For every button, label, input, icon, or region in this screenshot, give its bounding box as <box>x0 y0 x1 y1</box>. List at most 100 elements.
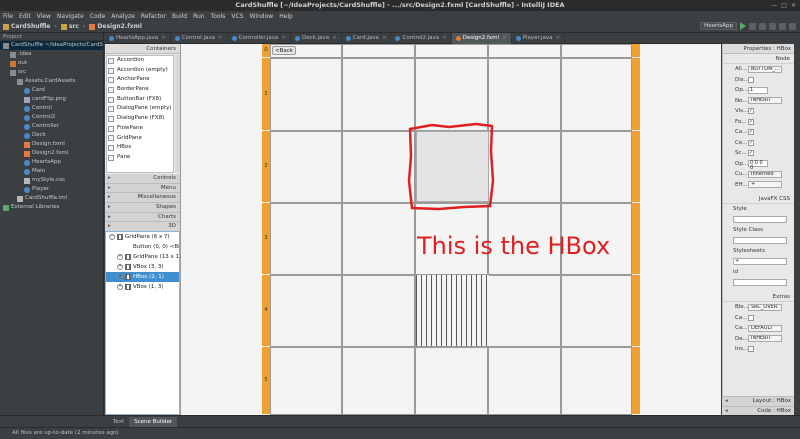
styleclass-field[interactable] <box>733 237 787 245</box>
project-tree-item[interactable]: Player <box>0 185 103 194</box>
grid-cell[interactable] <box>270 203 342 275</box>
library-item[interactable]: FlowPane <box>107 124 173 134</box>
stop-icon[interactable] <box>769 22 776 30</box>
grid-cell[interactable] <box>270 347 342 415</box>
property-field[interactable]: 1 <box>748 86 768 94</box>
tab-controller-java[interactable]: Controller.java × <box>228 33 292 44</box>
grid-cell[interactable] <box>270 131 342 203</box>
expand-toggle-icon[interactable]: + <box>117 264 123 270</box>
library-item[interactable]: BorderPane <box>107 85 173 95</box>
search-icon[interactable] <box>789 22 796 30</box>
property-checkbox[interactable] <box>748 314 754 321</box>
id-field[interactable] <box>733 279 787 287</box>
tab-design2-fxml[interactable]: Design2.fxml × <box>451 33 512 44</box>
hierarchy-item[interactable]: + HBox (2, 1) <box>106 272 179 282</box>
tab-heartsapp-java[interactable]: HeartsApp.java × <box>105 33 171 44</box>
library-section-controls[interactable]: Controls <box>105 174 180 184</box>
property-checkbox[interactable]: ✓ <box>748 118 754 125</box>
menu-refactor[interactable]: Refactor <box>141 13 166 20</box>
property-dropdown[interactable]: SRC_OVER <box>748 303 782 311</box>
expand-toggle-icon[interactable]: + <box>117 254 123 260</box>
project-tree-item[interactable]: cardFlip.png <box>0 95 103 104</box>
close-icon[interactable]: × <box>161 33 166 44</box>
breadcrumb-file[interactable]: Design2.fxml <box>89 23 142 30</box>
tab-text[interactable]: Text <box>108 417 129 427</box>
minimize-icon[interactable]: — <box>771 2 777 9</box>
library-section-menu[interactable]: Menu <box>105 183 180 194</box>
menu-analyze[interactable]: Analyze <box>111 13 135 20</box>
sdk-icon[interactable] <box>779 22 786 30</box>
property-dropdown[interactable]: Inherited <box>748 170 782 178</box>
debug-icon[interactable] <box>749 22 756 30</box>
grid-cell[interactable] <box>270 58 342 131</box>
gridpane-preview[interactable]: 0 1 2 3 4 5 <box>262 44 640 415</box>
grid-cell[interactable] <box>342 203 415 275</box>
close-icon[interactable]: × <box>281 33 286 44</box>
grid-cell[interactable] <box>342 275 415 347</box>
grid-cell[interactable] <box>561 347 632 415</box>
run-icon[interactable] <box>740 22 746 30</box>
expand-toggle-icon[interactable]: + <box>117 274 123 280</box>
property-dropdown[interactable]: BOTTOM_... <box>748 65 782 73</box>
property-field[interactable]: 0 0 0 0 <box>748 160 768 171</box>
hierarchy-item[interactable]: + VBox (3, 3) <box>106 262 179 272</box>
project-tree-item[interactable]: out <box>0 59 103 68</box>
project-tree-item[interactable]: Control2 <box>0 113 103 122</box>
library-item[interactable]: Accordion (empty) <box>107 66 173 76</box>
code-section[interactable]: Code : HBox <box>722 405 794 415</box>
hierarchy-item[interactable]: + GridPane (13 x 1 <box>106 252 179 262</box>
grid-cell[interactable] <box>342 347 415 415</box>
project-header[interactable]: Project <box>0 33 103 41</box>
properties-header[interactable]: Properties : HBox <box>723 44 794 54</box>
menu-file[interactable]: File <box>3 13 13 20</box>
style-field[interactable] <box>733 216 787 224</box>
vbox-node[interactable] <box>416 275 489 346</box>
grid-cell[interactable] <box>415 347 488 415</box>
close-icon[interactable]: × <box>382 33 387 44</box>
close-icon[interactable]: × <box>218 33 223 44</box>
close-icon[interactable]: ✕ <box>791 2 796 9</box>
property-checkbox[interactable]: ✓ <box>748 139 754 146</box>
menu-tools[interactable]: Tools <box>211 13 226 20</box>
grid-cell[interactable] <box>561 58 632 131</box>
tab-scene-builder[interactable]: Scene Builder <box>129 416 178 427</box>
tab-control2-java[interactable]: Control2.java × <box>391 33 452 44</box>
project-tree-item[interactable]: CardShuffle.iml <box>0 194 103 203</box>
property-dropdown[interactable]: INHERIT <box>748 97 782 105</box>
hierarchy-item[interactable]: + VBox (1, 3) <box>106 282 179 292</box>
library-item[interactable]: GridPane <box>107 134 173 144</box>
grid-cell[interactable] <box>415 44 488 58</box>
breadcrumb-src[interactable]: src › <box>60 23 85 30</box>
project-tree-item[interactable]: CardShuffle ~/IdeaProjects/CardShuffle <box>0 41 103 50</box>
maximize-icon[interactable]: □ <box>781 2 787 9</box>
expand-toggle-icon[interactable]: + <box>117 284 123 290</box>
menu-window[interactable]: Window <box>250 13 274 20</box>
expand-toggle-icon[interactable]: − <box>109 234 115 240</box>
property-checkbox[interactable]: ✓ <box>748 108 754 115</box>
library-item[interactable]: ButtonBar (FX8) <box>107 95 173 105</box>
close-icon[interactable]: × <box>556 33 561 44</box>
grid-cell[interactable] <box>561 131 632 203</box>
hierarchy-item[interactable]: Button (0, 0) <Bi <box>106 242 179 252</box>
grid-cell[interactable] <box>488 275 561 347</box>
property-dropdown[interactable]: INHERIT <box>748 335 782 343</box>
grid-cell[interactable] <box>488 44 561 58</box>
project-tree-item[interactable]: myStyle.css <box>0 176 103 185</box>
project-tree-item[interactable]: Assets.CardAssets <box>0 77 103 86</box>
property-checkbox[interactable] <box>748 76 754 83</box>
breadcrumb-project[interactable]: CardShuffle › <box>3 23 57 30</box>
menu-edit[interactable]: Edit <box>19 13 31 20</box>
project-tree-item[interactable]: Deck <box>0 131 103 140</box>
menu-code[interactable]: Code <box>90 13 105 20</box>
library-section-shapes[interactable]: Shapes <box>105 203 180 213</box>
menu-help[interactable]: Help <box>279 13 293 20</box>
project-tree-item[interactable]: Control <box>0 104 103 113</box>
layout-section[interactable]: Layout : HBox <box>722 396 794 406</box>
property-checkbox[interactable] <box>748 346 754 353</box>
stylesheets-field[interactable]: + <box>733 258 787 266</box>
grid-cell[interactable] <box>561 44 632 58</box>
project-tree-item[interactable]: HeartsApp <box>0 158 103 167</box>
grid-cell[interactable] <box>270 275 342 347</box>
tab-player-java[interactable]: Player.java × <box>512 33 566 44</box>
library-section-containers[interactable]: Containers <box>105 44 180 54</box>
